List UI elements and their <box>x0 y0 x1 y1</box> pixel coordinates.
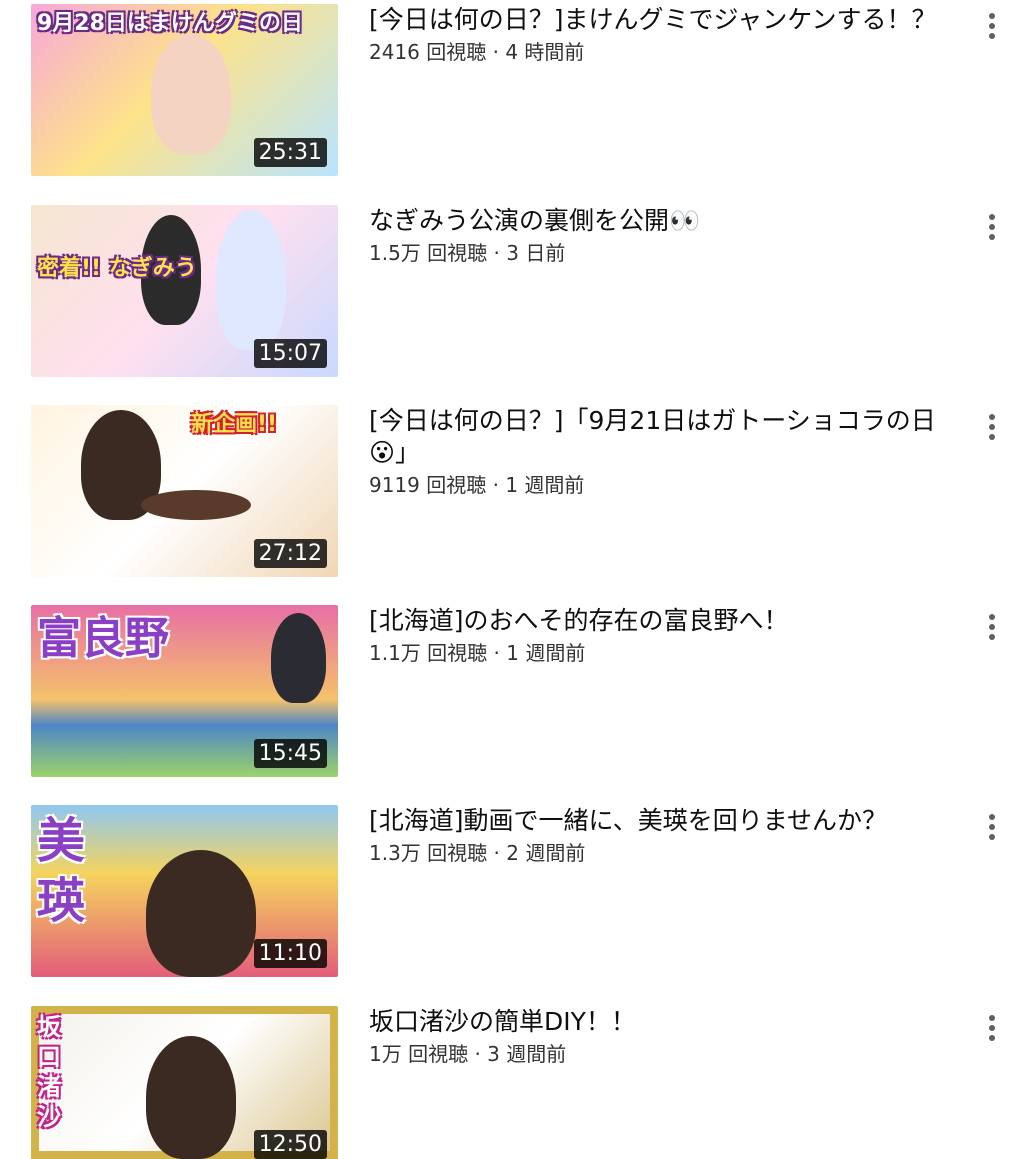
video-item[interactable]: 坂口渚沙 12:50 坂口渚沙の簡単DIY！！ 1万 回視聴 · 3 週間前 <box>0 1006 1024 1159</box>
more-options-button[interactable] <box>976 811 1008 843</box>
upload-age: 1 週間前 <box>505 473 585 497</box>
video-meta: [北海道]動画で一緒に、美瑛を回りませんか？ 1.3万 回視聴 · 2 週間前 <box>369 805 969 867</box>
video-item[interactable]: 密着!! なぎみう 15:07 なぎみう公演の裏側を公開👀 1.5万 回視聴 ·… <box>0 205 1024 377</box>
stats-separator: · <box>486 473 506 497</box>
stats-separator: · <box>487 241 507 265</box>
video-meta: [今日は何の日？]まけんグミでジャンケンする！？ 2416 回視聴 · 4 時間… <box>369 4 969 66</box>
duration-badge: 15:45 <box>253 739 327 768</box>
more-options-button[interactable] <box>976 1012 1008 1044</box>
upload-age: 1 週間前 <box>506 641 586 665</box>
thumbnail-caption: 密着!! なぎみう <box>37 256 197 281</box>
video-thumbnail[interactable]: 美瑛 11:10 <box>31 805 338 977</box>
more-vert-icon <box>989 814 995 840</box>
duration-badge: 11:10 <box>253 939 327 968</box>
thumbnail-caption: 9月28日はまけんグミの日 <box>37 11 303 36</box>
video-title[interactable]: 坂口渚沙の簡単DIY！！ <box>369 1006 969 1038</box>
view-count: 9119 回視聴 <box>369 473 487 497</box>
duration-badge: 12:50 <box>253 1130 327 1159</box>
more-vert-icon <box>989 614 995 640</box>
thumbnail-caption: 坂口渚沙 <box>37 1013 61 1131</box>
thumbnail-caption: 新企画!! <box>191 412 278 437</box>
thumbnail-caption: 美瑛 <box>37 813 86 929</box>
video-list: 9月28日はまけんグミの日 25:31 [今日は何の日？]まけんグミでジャンケン… <box>0 0 1024 1159</box>
more-vert-icon <box>989 214 995 240</box>
stats-separator: · <box>486 40 506 64</box>
view-count: 1.3万 回視聴 <box>369 841 488 865</box>
stats-separator: · <box>468 1042 488 1066</box>
view-count: 2416 回視聴 <box>369 40 487 64</box>
upload-age: 2 週間前 <box>506 841 586 865</box>
video-meta: [北海道]のおへそ的存在の富良野へ！ 1.1万 回視聴 · 1 週間前 <box>369 605 969 667</box>
thumbnail-person <box>146 1036 236 1159</box>
duration-badge: 25:31 <box>253 138 327 167</box>
stats-separator: · <box>487 841 507 865</box>
more-options-button[interactable] <box>976 611 1008 643</box>
video-thumbnail[interactable]: 新企画!! 27:12 <box>31 405 338 577</box>
video-stats: 1.5万 回視聴 · 3 日前 <box>369 239 969 267</box>
video-title[interactable]: [北海道]動画で一緒に、美瑛を回りませんか？ <box>369 805 969 837</box>
video-item[interactable]: 新企画!! 27:12 [今日は何の日？]「9月21日はガトーショコラの日😮」 … <box>0 405 1024 577</box>
more-vert-icon <box>989 13 995 39</box>
stats-separator: · <box>487 641 507 665</box>
view-count: 1.5万 回視聴 <box>369 241 488 265</box>
duration-badge: 15:07 <box>253 339 327 368</box>
video-item[interactable]: 美瑛 11:10 [北海道]動画で一緒に、美瑛を回りませんか？ 1.3万 回視聴… <box>0 805 1024 977</box>
thumbnail-person <box>146 850 256 977</box>
video-stats: 9119 回視聴 · 1 週間前 <box>369 471 969 499</box>
more-options-button[interactable] <box>976 10 1008 42</box>
video-title[interactable]: [今日は何の日？]「9月21日はガトーショコラの日😮」 <box>369 405 969 469</box>
video-meta: なぎみう公演の裏側を公開👀 1.5万 回視聴 · 3 日前 <box>369 205 969 267</box>
view-count: 1万 回視聴 <box>369 1042 469 1066</box>
more-vert-icon <box>989 414 995 440</box>
upload-age: 3 週間前 <box>487 1042 567 1066</box>
video-item[interactable]: 富良野 15:45 [北海道]のおへそ的存在の富良野へ！ 1.1万 回視聴 · … <box>0 605 1024 777</box>
video-title[interactable]: [今日は何の日？]まけんグミでジャンケンする！？ <box>369 4 969 36</box>
video-item[interactable]: 9月28日はまけんグミの日 25:31 [今日は何の日？]まけんグミでジャンケン… <box>0 4 1024 176</box>
video-stats: 1万 回視聴 · 3 週間前 <box>369 1040 969 1068</box>
video-stats: 1.3万 回視聴 · 2 週間前 <box>369 839 969 867</box>
video-thumbnail[interactable]: 密着!! なぎみう 15:07 <box>31 205 338 377</box>
more-vert-icon <box>989 1015 995 1041</box>
upload-age: 4 時間前 <box>505 40 585 64</box>
thumbnail-caption: 富良野 <box>37 613 169 664</box>
view-count: 1.1万 回視聴 <box>369 641 488 665</box>
upload-age: 3 日前 <box>506 241 566 265</box>
duration-badge: 27:12 <box>253 539 327 568</box>
video-title[interactable]: なぎみう公演の裏側を公開👀 <box>369 205 969 237</box>
video-stats: 2416 回視聴 · 4 時間前 <box>369 38 969 66</box>
thumbnail-person <box>141 490 251 520</box>
thumbnail-person <box>151 34 231 154</box>
video-stats: 1.1万 回視聴 · 1 週間前 <box>369 639 969 667</box>
video-thumbnail[interactable]: 富良野 15:45 <box>31 605 338 777</box>
video-title[interactable]: [北海道]のおへそ的存在の富良野へ！ <box>369 605 969 637</box>
video-thumbnail[interactable]: 9月28日はまけんグミの日 25:31 <box>31 4 338 176</box>
more-options-button[interactable] <box>976 211 1008 243</box>
video-meta: 坂口渚沙の簡単DIY！！ 1万 回視聴 · 3 週間前 <box>369 1006 969 1068</box>
more-options-button[interactable] <box>976 411 1008 443</box>
video-meta: [今日は何の日？]「9月21日はガトーショコラの日😮」 9119 回視聴 · 1… <box>369 405 969 499</box>
video-thumbnail[interactable]: 坂口渚沙 12:50 <box>31 1006 338 1159</box>
